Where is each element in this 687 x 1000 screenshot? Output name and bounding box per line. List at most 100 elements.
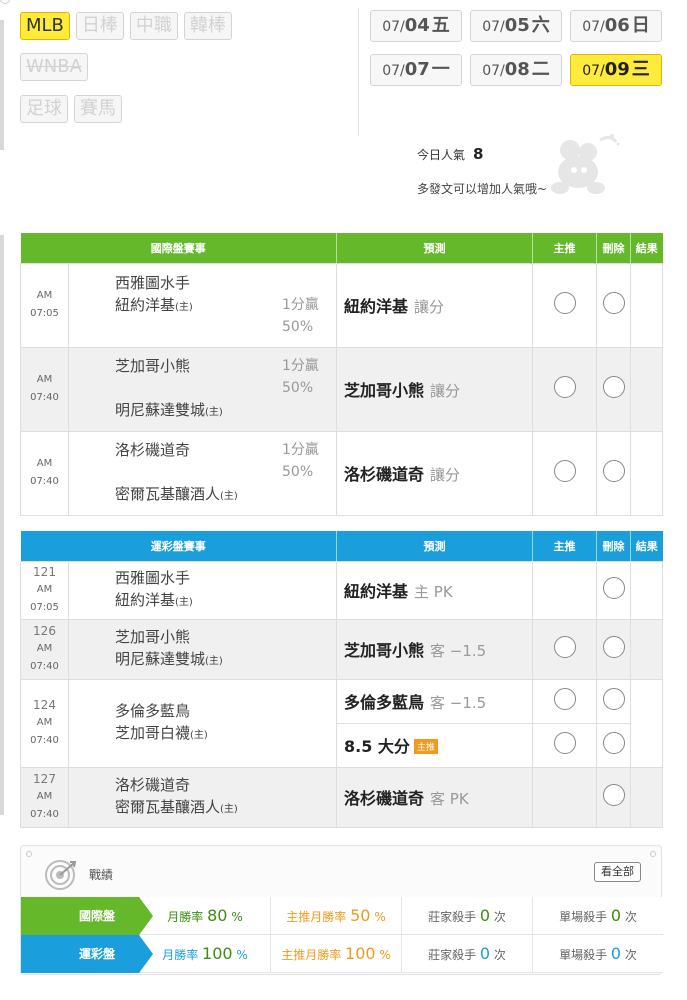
game-number: 126 — [33, 624, 56, 638]
away-team: 西雅圖水手 — [115, 568, 191, 587]
date-month: 07/ — [482, 63, 505, 79]
date-button[interactable]: 07/07 一 — [370, 54, 462, 86]
target-icon — [45, 860, 77, 890]
date-button[interactable]: 07/06 日 — [570, 10, 662, 42]
prediction-cell: 洛杉磯道奇客 PK — [336, 766, 533, 828]
stat-label: 月勝率 — [167, 910, 204, 924]
date-button[interactable]: 07/04 五 — [370, 10, 462, 42]
date-button[interactable]: 07/05 六 — [470, 10, 562, 42]
sport-tab-kbo[interactable]: 韓棒 — [183, 12, 232, 40]
table-row: AM 07:40 芝加哥小熊 明尼蘇達雙城(主) 1分贏 50% 芝加哥小熊 讓分 — [20, 346, 663, 432]
game-time: 127 AM 07:40 — [20, 766, 69, 828]
stat-value: 0 — [479, 944, 491, 963]
main-pick-radio[interactable] — [553, 460, 576, 482]
prediction-pick: 紐約洋基 — [344, 582, 409, 601]
main-pick-cell — [532, 430, 597, 516]
stat-row-label: 運彩盤 — [21, 935, 153, 973]
prediction-cell: 洛杉磯道奇 讓分 — [336, 430, 533, 516]
delete-radio[interactable] — [602, 577, 625, 599]
main-pick-radio[interactable] — [553, 688, 576, 710]
game-teams: 洛杉磯道奇 密爾瓦基釀酒人(主) — [68, 766, 337, 828]
stat-label: 單場殺手 — [559, 910, 608, 924]
prediction-type: 讓分 — [430, 382, 461, 400]
game-odds: 1分贏 50% — [282, 357, 319, 396]
left-edge-line — [0, 20, 4, 150]
delete-radio[interactable] — [602, 784, 625, 806]
home-tag: (主) — [220, 803, 238, 815]
sport-tab-soccer[interactable]: 足球 — [20, 95, 68, 123]
sport-filter-row: 足球 賽馬 — [20, 95, 122, 123]
sport-tab-horse-racing[interactable]: 賽馬 — [74, 95, 122, 123]
date-weekday: 五 — [431, 15, 450, 36]
delete-radio[interactable] — [602, 688, 625, 710]
game-time-text: AM 07:40 — [30, 643, 59, 672]
header-result: 結果 — [630, 233, 663, 263]
sport-tab-wnba[interactable]: WNBA — [20, 53, 88, 81]
away-team: 洛杉磯道奇 — [115, 775, 191, 794]
main-pick-cell — [532, 560, 597, 620]
house-killer: 莊家殺手 0 次 — [401, 897, 532, 935]
date-button[interactable]: 07/08 二 — [470, 54, 562, 86]
main-pick-radio[interactable] — [553, 732, 576, 754]
prediction-pick: 洛杉磯道奇 — [344, 465, 425, 484]
main-pick-radio[interactable] — [553, 636, 576, 658]
home-tag: (主) — [220, 490, 238, 502]
table-row: 126 AM 07:40 芝加哥小熊 明尼蘇達雙城(主) 芝加哥小熊客 −1.5 — [20, 618, 663, 680]
game-number: 124 — [33, 698, 56, 712]
stat-value: 50 — [350, 906, 371, 925]
delete-cell — [596, 262, 631, 348]
stat-unit: % — [236, 948, 248, 962]
delete-radio[interactable] — [602, 636, 625, 658]
date-day: 07 — [404, 59, 430, 80]
stat-value: 0 — [610, 944, 622, 963]
header-game: 國際盤賽事 — [20, 233, 337, 263]
date-button-selected[interactable]: 07/09 三 — [570, 54, 662, 86]
home-team: 芝加哥白襪 — [115, 723, 191, 742]
sport-tab-cpbl[interactable]: 中職 — [129, 12, 178, 40]
result-cell — [630, 766, 663, 828]
monthly-win-rate: 月勝率 100 % — [139, 935, 270, 973]
delete-cell — [596, 766, 631, 828]
header-main-pick: 主推 — [532, 233, 597, 263]
delete-cell — [596, 430, 631, 516]
table-header-row: 運彩盤賽事 預測 主推 刪除 結果 — [20, 531, 663, 561]
game-time: AM 07:05 — [20, 262, 69, 348]
delete-radio[interactable] — [602, 732, 625, 754]
main-pick-cell — [532, 262, 597, 348]
corner-dot — [26, 851, 32, 857]
view-all-button[interactable]: 看全部 — [594, 862, 641, 882]
date-month: 07/ — [382, 19, 405, 35]
sport-tab-npb[interactable]: 日棒 — [75, 12, 124, 40]
stat-row-intl: 國際盤 月勝率 80 % 主推月勝率 50 % 莊家殺手 0 次 單場殺手 0 … — [21, 897, 663, 935]
game-time: 126 AM 07:40 — [20, 618, 69, 680]
date-weekday: 一 — [431, 59, 450, 80]
header-delete: 刪除 — [596, 531, 631, 561]
date-weekday: 六 — [531, 15, 550, 36]
stat-label: 月勝率 — [162, 948, 199, 962]
main-pick-radio[interactable] — [553, 292, 576, 314]
stat-label: 單場殺手 — [559, 948, 608, 962]
delete-radio[interactable] — [602, 460, 625, 482]
stat-unit: 次 — [624, 910, 637, 924]
corner-decoration — [0, 0, 10, 4]
date-day: 08 — [504, 59, 530, 80]
game-time-text: AM 07:40 — [30, 374, 59, 403]
header-divider — [358, 8, 359, 136]
header-result: 結果 — [630, 531, 663, 561]
game-teams: 西雅圖水手 紐約洋基(主) — [68, 560, 337, 620]
lottery-predictions-table: 運彩盤賽事 預測 主推 刪除 結果 121 AM 07:05 西雅圖水手 紐約洋基(… — [20, 531, 663, 828]
main-pick-radio[interactable] — [553, 376, 576, 398]
away-team: 洛杉磯道奇 — [115, 440, 191, 459]
stat-value: 100 — [202, 944, 233, 963]
date-day: 09 — [604, 59, 630, 80]
delete-cell — [596, 618, 631, 680]
home-tag: (主) — [205, 655, 223, 667]
prediction-type: 客 −1.5 — [430, 694, 487, 712]
main-pick-cell — [532, 766, 597, 828]
header-game: 運彩盤賽事 — [20, 531, 337, 561]
intl-predictions-table: 國際盤賽事 預測 主推 刪除 結果 AM 07:05 西雅圖水手 紐約洋基(主) … — [20, 233, 663, 516]
delete-radio[interactable] — [602, 292, 625, 314]
main-pick-cell — [532, 346, 597, 432]
sport-tab-mlb[interactable]: MLB — [20, 12, 70, 40]
delete-radio[interactable] — [602, 376, 625, 398]
